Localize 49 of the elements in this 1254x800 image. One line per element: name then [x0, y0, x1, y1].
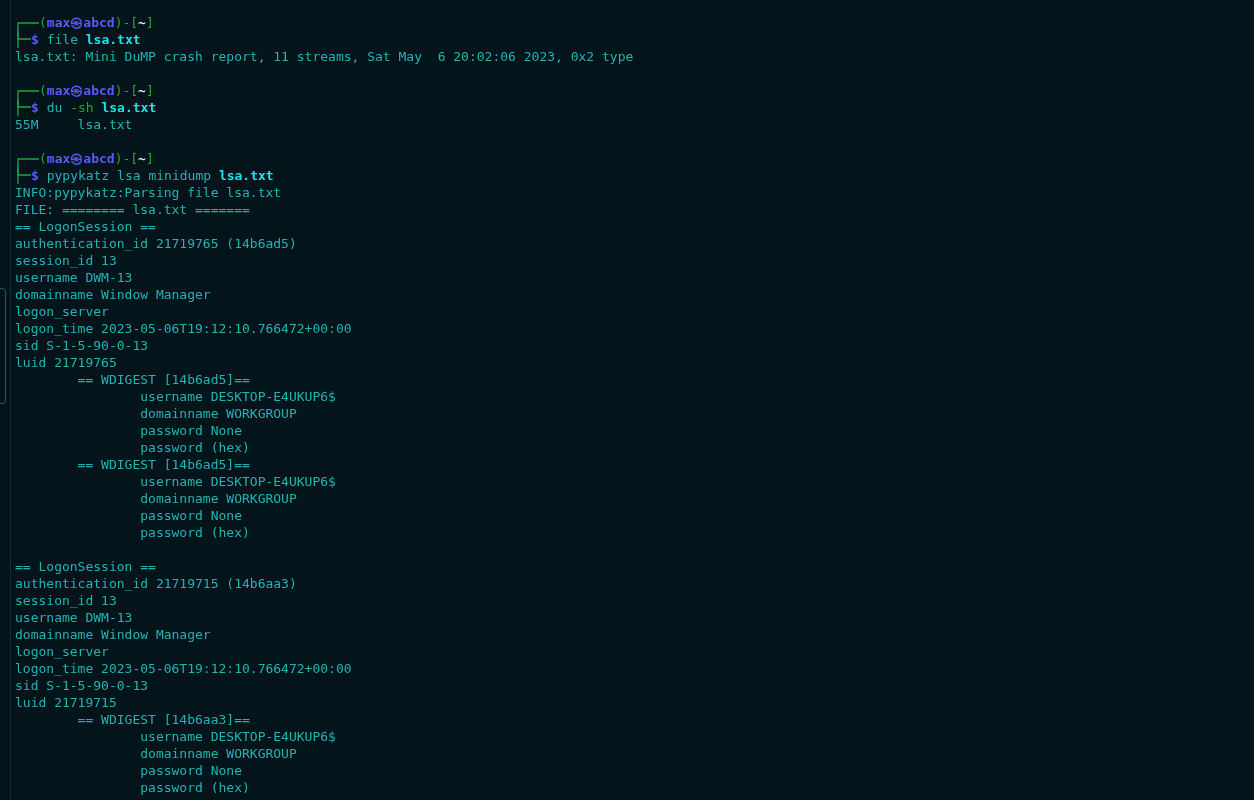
- output-line: lsa.txt: Mini DuMP crash report, 11 streams, Sat May 6 20:02:06 2023, 0x2 type: [15, 49, 634, 64]
- output-line: domainname WORKGROUP: [139, 406, 297, 421]
- output-line: username DWM-13: [15, 270, 133, 285]
- output-line: logon_time 2023-05-06T19:12:10.766472+00:00: [15, 321, 352, 336]
- prompt-header: (max㉿abcd)-[~]: [39, 83, 154, 98]
- output-line: username DESKTOP-E4UKUP6$: [139, 474, 336, 489]
- prompt-corner-icon: [17, 22, 39, 48]
- command-line: $ du -sh lsa.txt: [31, 100, 157, 115]
- output-line: password None: [139, 763, 242, 778]
- output-line: password (hex): [139, 440, 250, 455]
- output-line: domainname Window Manager: [15, 287, 211, 302]
- output-line: password None: [139, 423, 242, 438]
- output-line: password (hex): [139, 525, 250, 540]
- output-line: session_id 13: [15, 593, 117, 608]
- output-line: username DESKTOP-E4UKUP6$: [139, 389, 336, 404]
- output-line: == LogonSession ==: [15, 559, 156, 574]
- output-line: == WDIGEST [14b6ad5]==: [76, 457, 250, 472]
- output-line: domainname WORKGROUP: [139, 491, 297, 506]
- prompt-corner-icon: [17, 158, 39, 184]
- output-line: session_id 13: [15, 253, 117, 268]
- output-line: domainname Window Manager: [15, 627, 211, 642]
- output-line: authentication_id 21719715 (14b6aa3): [15, 576, 297, 591]
- prompt-branch-icon: [17, 99, 31, 108]
- output-line: logon_server: [15, 304, 109, 319]
- output-line: logon_time 2023-05-06T19:12:10.766472+00:00: [15, 661, 352, 676]
- output-line: username DWM-13: [15, 610, 133, 625]
- output-line: FILE: ======== lsa.txt =======: [15, 202, 250, 217]
- output-line: == WDIGEST [14b6ad5]==: [76, 372, 250, 387]
- command-line: $ pypykatz lsa minidump lsa.txt: [31, 168, 274, 183]
- output-line: == WDIGEST [14b6aa3]==: [76, 712, 250, 727]
- output-line: domainname WORKGROUP: [139, 746, 297, 761]
- output-line: sid S-1-5-90-0-13: [15, 338, 149, 353]
- output-line: luid 21719715: [15, 695, 117, 710]
- prompt-corner-icon: [17, 90, 39, 116]
- prompt-branch-icon: [17, 31, 31, 40]
- output-line: password (hex): [139, 780, 250, 795]
- prompt-header: (max㉿abcd)-[~]: [39, 151, 154, 166]
- output-line: sid S-1-5-90-0-13: [15, 678, 149, 693]
- output-line: username DESKTOP-E4UKUP6$: [139, 729, 336, 744]
- output-line: luid 21719765: [15, 355, 117, 370]
- output-line: == LogonSession ==: [15, 219, 156, 234]
- prompt-branch-icon: [17, 167, 31, 176]
- output-line: logon_server: [15, 644, 109, 659]
- output-line: INFO:pypykatz:Parsing file lsa.txt: [15, 185, 282, 200]
- output-line: 55M lsa.txt: [15, 117, 133, 132]
- output-line: password None: [139, 508, 242, 523]
- output-line: authentication_id 21719765 (14b6ad5): [15, 236, 297, 251]
- prompt-header: (max㉿abcd)-[~]: [39, 15, 154, 30]
- command-line: $ file lsa.txt: [31, 32, 141, 47]
